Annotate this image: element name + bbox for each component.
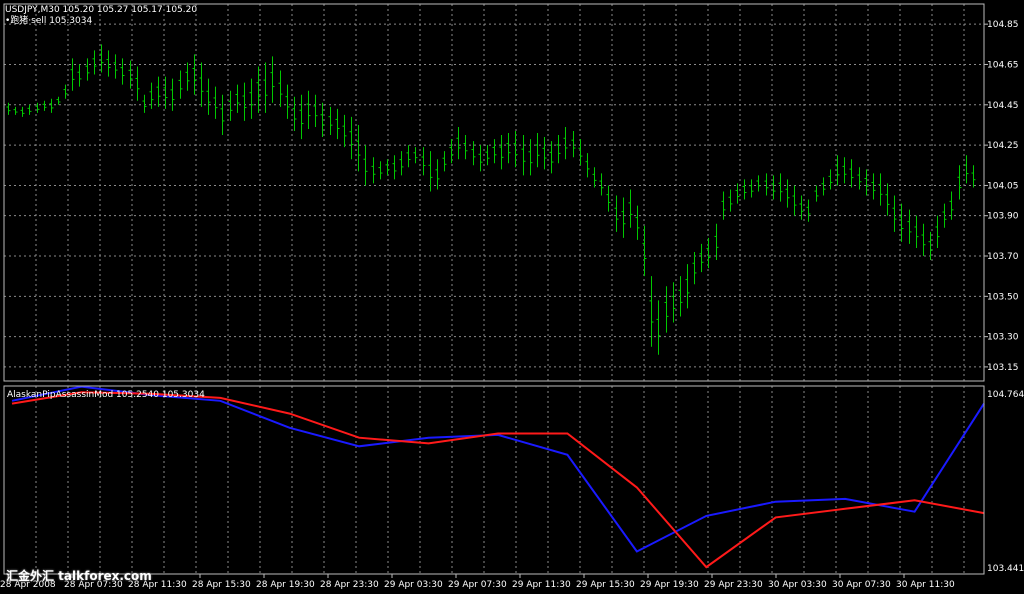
price-tick-label: 103.30 bbox=[987, 333, 1019, 343]
signal-label: •跑猪·sell 105.3034 bbox=[5, 16, 93, 26]
price-tick-label: 103.90 bbox=[987, 212, 1019, 222]
indicator-tick-label: 103.4415 bbox=[987, 564, 1024, 574]
price-tick-label: 104.85 bbox=[987, 20, 1019, 30]
x-tick-label: 29 Apr 03:30 bbox=[384, 580, 443, 590]
symbol-header: USDJPY,M30 105.20 105.27 105.17 105.20 bbox=[5, 5, 198, 15]
x-tick-label: 28 Apr 15:30 bbox=[192, 580, 251, 590]
price-panel-frame bbox=[3, 3, 985, 382]
indicator-title: AlaskanPipAssassinMod 105.2540 105.3034 bbox=[7, 390, 205, 400]
x-tick-label: 30 Apr 03:30 bbox=[768, 580, 827, 590]
price-tick-label: 104.25 bbox=[987, 141, 1019, 151]
x-tick-label: 29 Apr 23:30 bbox=[704, 580, 763, 590]
x-tick-label: 29 Apr 15:30 bbox=[576, 580, 635, 590]
price-tick-label: 104.65 bbox=[987, 60, 1019, 70]
blue-series-line bbox=[11, 385, 985, 553]
chart-canvas: 104.85 104.65 104.45 104.25 104.05 103.90 103.… bbox=[0, 3, 1024, 590]
x-tick-label: 28 Apr 23:30 bbox=[320, 580, 379, 590]
price-tick-label: 103.70 bbox=[987, 252, 1019, 262]
watermark: 汇金外汇 talkforex.com bbox=[6, 569, 152, 583]
price-tick-label: 103.15 bbox=[987, 363, 1019, 373]
price-tick-label: 104.45 bbox=[987, 101, 1019, 111]
x-tick-label: 29 Apr 19:30 bbox=[640, 580, 699, 590]
x-tick-label: 30 Apr 07:30 bbox=[832, 580, 891, 590]
axes: 104.85 104.65 104.45 104.25 104.05 103.90 103.… bbox=[0, 3, 1024, 590]
indicator-tick-label: 104.764 bbox=[987, 390, 1024, 400]
x-tick-label: 30 Apr 11:30 bbox=[896, 580, 955, 590]
red-series-line bbox=[11, 391, 985, 569]
x-tick-label: 28 Apr 19:30 bbox=[256, 580, 315, 590]
x-tick-label: 29 Apr 11:30 bbox=[512, 580, 571, 590]
x-tick-label: 29 Apr 07:30 bbox=[448, 580, 507, 590]
price-tick-label: 103.50 bbox=[987, 292, 1019, 302]
indicator-lines bbox=[11, 385, 985, 569]
price-tick-label: 104.05 bbox=[987, 181, 1019, 191]
indicator-panel-frame bbox=[3, 385, 985, 575]
price-bars bbox=[6, 44, 976, 355]
